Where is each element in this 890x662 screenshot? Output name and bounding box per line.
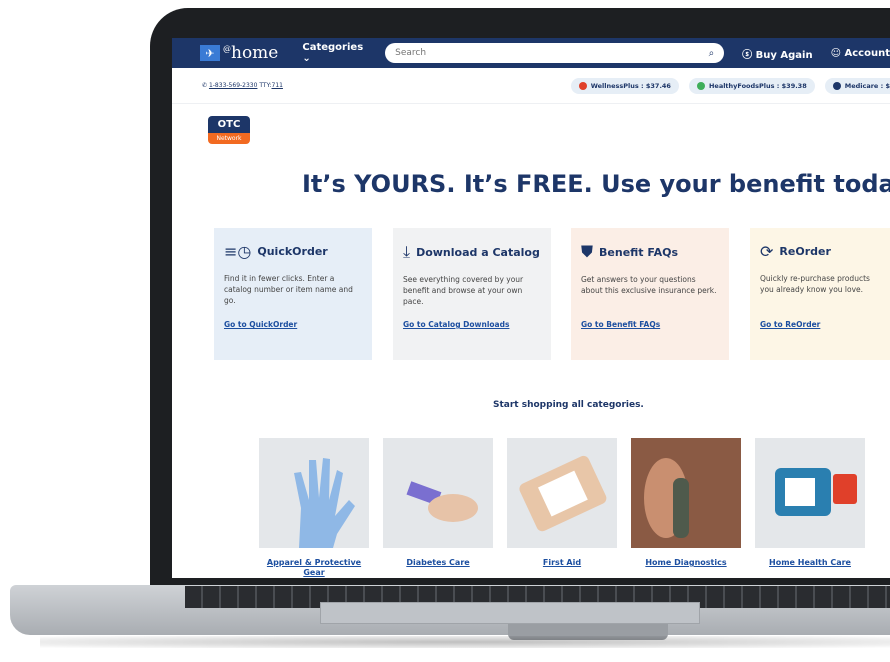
benefit-label: Medicare : $ bbox=[844, 81, 890, 90]
card-link-catalog[interactable]: Go to Catalog Downloads bbox=[403, 320, 509, 329]
card-description: Quickly re-purchase products you already… bbox=[760, 274, 870, 294]
category-apparel[interactable]: Apparel & Protective Gear bbox=[259, 438, 369, 578]
hero-heading: It’s YOURS. It’s FREE. Use your benefit … bbox=[302, 170, 890, 198]
site-header: ✈ @home Categories ⌄ ⌕ ⓢ Buy Again ☺ Acc… bbox=[172, 38, 890, 68]
card-reorder[interactable]: ⟳ ReOrder Quickly re-purchase products yo… bbox=[750, 228, 890, 360]
plane-icon: ✈ bbox=[200, 45, 220, 61]
laptop-screen: ✈ @home Categories ⌄ ⌕ ⓢ Buy Again ☺ Acc… bbox=[172, 38, 890, 578]
card-title: QuickOrder bbox=[257, 245, 328, 258]
otc-logo-top: OTC bbox=[208, 116, 250, 133]
logo-text: @home bbox=[223, 43, 279, 63]
otc-logo-bottom: Network bbox=[208, 133, 250, 144]
site-logo[interactable]: ✈ @home bbox=[200, 43, 278, 63]
benefit-pill-wellness[interactable]: WellnessPlus : $37.46 bbox=[570, 77, 679, 94]
category-label: First Aid bbox=[542, 558, 582, 567]
card-title: Benefit FAQs bbox=[599, 245, 679, 259]
benefit-balances: WellnessPlus : $37.46 HealthyFoodsPlus :… bbox=[570, 77, 890, 94]
account-label: Account bbox=[844, 47, 890, 59]
buy-again-button[interactable]: ⓢ Buy Again bbox=[742, 46, 812, 61]
download-icon: ⤓ bbox=[403, 242, 411, 261]
card-title: Download a Catalog bbox=[416, 245, 540, 259]
category-first-aid[interactable]: First Aid bbox=[507, 438, 617, 568]
benefit-pill-healthyfoods[interactable]: HealthyFoodsPlus : $39.38 bbox=[688, 77, 815, 94]
shield-dollar-icon: ⛊ bbox=[581, 242, 594, 261]
search-icon[interactable]: ⌕ bbox=[709, 48, 715, 59]
thermometer-image bbox=[631, 438, 741, 548]
category-label: Home Health Care bbox=[769, 558, 851, 567]
category-label: Diabetes Care bbox=[406, 558, 470, 567]
defibrillator-image bbox=[755, 438, 865, 548]
card-download-catalog[interactable]: ⤓ Download a Catalog See everything cover… bbox=[393, 228, 551, 360]
account-button[interactable]: ☺ Account bbox=[831, 48, 890, 59]
user-icon: ☺ bbox=[830, 47, 842, 59]
category-home-diagnostics[interactable]: Home Diagnostics bbox=[631, 438, 741, 568]
bandage-image bbox=[507, 438, 617, 548]
benefits-bar: ✆ 1-833-569-2330 TTY:711 WellnessPlus : … bbox=[172, 68, 890, 104]
test-strip-image bbox=[383, 438, 493, 548]
phone-icon: ✆ bbox=[202, 82, 208, 89]
trackpad bbox=[320, 602, 700, 624]
phone-link[interactable]: 1-833-569-2330 bbox=[209, 82, 258, 89]
otc-network-logo: OTC Network bbox=[208, 116, 250, 144]
search-input[interactable] bbox=[395, 48, 709, 58]
shield-icon bbox=[696, 81, 705, 90]
shield-icon bbox=[578, 81, 587, 90]
card-title: ReOrder bbox=[779, 245, 831, 258]
refresh-dollar-icon: ⟳ bbox=[760, 242, 774, 261]
benefit-pill-medicare[interactable]: Medicare : $ bbox=[824, 77, 890, 94]
card-link-faqs[interactable]: Go to Benefit FAQs bbox=[581, 320, 660, 329]
laptop-shadow bbox=[40, 636, 890, 648]
card-link-quickorder[interactable]: Go to QuickOrder bbox=[224, 320, 297, 329]
card-link-reorder[interactable]: Go to ReOrder bbox=[760, 320, 820, 329]
tty-link[interactable]: 711 bbox=[272, 82, 283, 89]
search-bar[interactable]: ⌕ bbox=[385, 43, 725, 63]
category-home-health-care[interactable]: Home Health Care bbox=[755, 438, 865, 568]
category-diabetes[interactable]: Diabetes Care bbox=[383, 438, 493, 568]
tty-label: TTY: bbox=[259, 82, 272, 89]
benefit-label: HealthyFoodsPlus : $39.38 bbox=[708, 81, 807, 90]
shield-icon bbox=[832, 81, 841, 90]
phone-info: ✆ 1-833-569-2330 TTY:711 bbox=[202, 82, 283, 89]
card-description: See everything covered by your benefit a… bbox=[403, 275, 524, 306]
category-label: Home Diagnostics bbox=[645, 558, 727, 567]
section-title: Start shopping all categories. bbox=[493, 400, 644, 410]
card-description: Get answers to your questions about this… bbox=[581, 275, 717, 295]
benefit-label: WellnessPlus : $37.46 bbox=[590, 81, 671, 90]
buy-again-label: Buy Again bbox=[755, 49, 813, 61]
history-icon: ⓢ bbox=[742, 49, 753, 61]
clock-icon: ≡◷ bbox=[224, 242, 252, 261]
gloves-image bbox=[259, 438, 369, 548]
card-description: Find it in fewer clicks. Enter a catalog… bbox=[224, 274, 353, 305]
card-quickorder[interactable]: ≡◷ QuickOrder Find it in fewer clicks. En… bbox=[214, 228, 372, 360]
categories-menu[interactable]: Categories ⌄ bbox=[302, 42, 367, 64]
category-label: Apparel & Protective Gear bbox=[266, 558, 362, 577]
card-benefit-faqs[interactable]: ⛊ Benefit FAQs Get answers to your questi… bbox=[571, 228, 729, 360]
